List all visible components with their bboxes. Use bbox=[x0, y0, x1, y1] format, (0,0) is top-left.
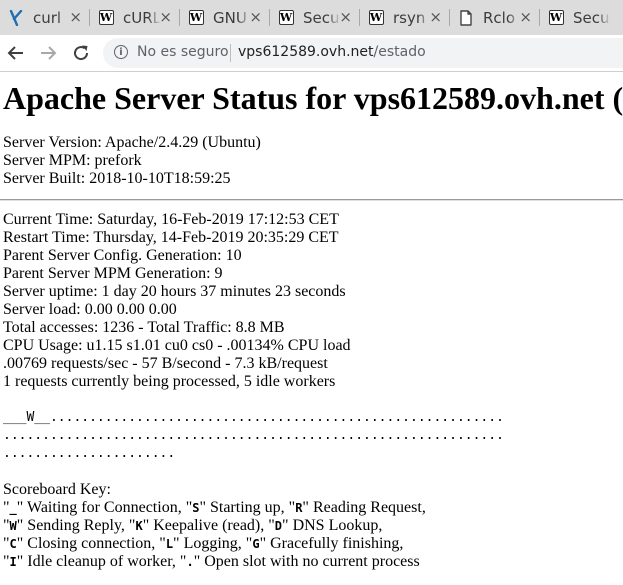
tab-label: Secu bbox=[573, 8, 610, 27]
tab-close-icon[interactable]: × bbox=[339, 8, 352, 26]
scoreboard: ___W__..................................… bbox=[3, 409, 623, 463]
page-title: Apache Server Status for vps612589.ovh.n… bbox=[3, 80, 623, 116]
scoreboard-key-code: C bbox=[9, 537, 17, 551]
scoreboard-row: ___W__..................................… bbox=[3, 410, 504, 425]
tab-label: curl bbox=[33, 8, 62, 27]
server-version: Server Version: Apache/2.4.29 (Ubuntu) bbox=[3, 134, 261, 151]
scoreboard-row: ...................... bbox=[3, 446, 176, 461]
mpm-generation: Parent Server MPM Generation: 9 bbox=[3, 265, 223, 282]
tab-strip: curl × W cURL × W GNU × W Secu × W rsyn … bbox=[0, 0, 623, 35]
status-list: Current Time: Saturday, 16-Feb-2019 17:1… bbox=[3, 211, 623, 391]
scoreboard-key-code: G bbox=[252, 537, 260, 551]
tab-secu-wikipedia-2[interactable]: W Secu bbox=[540, 4, 623, 31]
scoreboard-key-line: "I" Idle cleanup of worker, "." Open slo… bbox=[3, 553, 420, 570]
scoreboard-key-lines: "_" Waiting for Connection, "S" Starting… bbox=[3, 499, 623, 571]
back-arrow-icon bbox=[7, 46, 23, 60]
scoreboard-key-line: "C" Closing connection, "L" Logging, "G"… bbox=[3, 535, 404, 552]
server-load: Server load: 0.00 0.00 0.00 bbox=[3, 301, 177, 318]
server-info: Server Version: Apache/2.4.29 (Ubuntu) S… bbox=[3, 134, 623, 188]
url-path: /estado bbox=[373, 44, 426, 60]
scoreboard-key-code: S bbox=[192, 501, 200, 515]
scoreboard-key-code: R bbox=[295, 501, 303, 515]
tab-gnu-wikipedia[interactable]: W GNU × bbox=[180, 4, 270, 31]
tab-label: Secu bbox=[303, 8, 340, 27]
scoreboard-key-code: D bbox=[274, 519, 283, 533]
url-host: vps612589.ovh.net bbox=[238, 44, 374, 60]
cpu-usage: CPU Usage: u1.15 s1.01 cu0 cs0 - .00134%… bbox=[3, 337, 351, 354]
server-uptime: Server uptime: 1 day 20 hours 37 minutes… bbox=[3, 283, 346, 300]
tab-curl-wikipedia[interactable]: W cURL × bbox=[90, 4, 180, 31]
scoreboard-key: Scoreboard Key: "_" Waiting for Connecti… bbox=[3, 481, 623, 571]
info-icon[interactable]: i bbox=[114, 45, 128, 59]
scoreboard-key-line: "_" Waiting for Connection, "S" Starting… bbox=[3, 499, 426, 516]
address-divider bbox=[230, 44, 231, 62]
scoreboard-key-code: _ bbox=[9, 501, 17, 515]
scoreboard-key-title: Scoreboard Key: bbox=[3, 481, 111, 498]
total-accesses: Total accesses: 1236 - Total Traffic: 8.… bbox=[3, 319, 285, 336]
restart-time: Restart Time: Thursday, 14-Feb-2019 20:3… bbox=[3, 229, 339, 246]
wikipedia-icon: W bbox=[548, 10, 564, 25]
tab-curl[interactable]: curl × bbox=[0, 4, 90, 31]
tab-close-icon[interactable]: × bbox=[249, 8, 262, 26]
scoreboard-key-code: W bbox=[9, 519, 17, 533]
forward-arrow-icon bbox=[41, 46, 57, 60]
tab-secu-wikipedia[interactable]: W Secu × bbox=[270, 4, 360, 31]
wikipedia-icon: W bbox=[368, 10, 384, 25]
curl-icon bbox=[8, 9, 24, 26]
scoreboard-key-code: K bbox=[135, 519, 143, 533]
back-button[interactable] bbox=[5, 42, 27, 64]
url-text[interactable]: vps612589.ovh.net/estado bbox=[238, 44, 426, 60]
request-rates: .00769 requests/sec - 57 B/second - 7.3 … bbox=[3, 355, 328, 372]
wikipedia-icon: W bbox=[98, 10, 114, 25]
server-built: Server Built: 2018-10-10T18:59:25 bbox=[3, 170, 231, 187]
wikipedia-icon: W bbox=[188, 10, 204, 25]
scoreboard-row: ........................................… bbox=[3, 428, 504, 443]
page-content: Apache Server Status for vps612589.ovh.n… bbox=[0, 72, 623, 571]
forward-button[interactable] bbox=[37, 42, 59, 64]
reload-icon bbox=[74, 45, 89, 61]
scoreboard-key-code: L bbox=[165, 537, 174, 551]
scoreboard-key-code: . bbox=[186, 555, 194, 569]
tab-close-icon[interactable]: × bbox=[159, 8, 172, 26]
document-icon bbox=[458, 9, 474, 26]
tab-close-icon[interactable]: × bbox=[519, 8, 532, 26]
config-generation: Parent Server Config. Generation: 10 bbox=[3, 247, 242, 264]
tab-close-icon[interactable]: × bbox=[69, 8, 82, 26]
tab-label: GNU bbox=[213, 8, 247, 27]
divider bbox=[0, 199, 623, 201]
scoreboard-key-code: I bbox=[9, 555, 17, 569]
address-bar[interactable]: i No es seguro vps612589.ovh.net/estado bbox=[103, 38, 623, 68]
tab-rclone[interactable]: Rclo × bbox=[450, 4, 540, 31]
tab-label: cURL bbox=[123, 8, 161, 27]
tab-label: Rclo bbox=[483, 8, 516, 27]
reload-button[interactable] bbox=[70, 42, 92, 64]
wikipedia-icon: W bbox=[278, 10, 294, 25]
worker-summary: 1 requests currently being processed, 5 … bbox=[3, 373, 336, 390]
tab-rsync-wikipedia[interactable]: W rsyn × bbox=[360, 4, 450, 31]
tab-close-icon[interactable]: × bbox=[429, 8, 442, 26]
server-mpm: Server MPM: prefork bbox=[3, 152, 142, 169]
browser-toolbar: i No es seguro vps612589.ovh.net/estado bbox=[0, 35, 623, 72]
current-time: Current Time: Saturday, 16-Feb-2019 17:1… bbox=[3, 211, 339, 228]
tab-label: rsyn bbox=[393, 8, 426, 27]
scoreboard-key-line: "W" Sending Reply, "K" Keepalive (read),… bbox=[3, 517, 383, 534]
not-secure-label[interactable]: No es seguro bbox=[137, 44, 229, 60]
